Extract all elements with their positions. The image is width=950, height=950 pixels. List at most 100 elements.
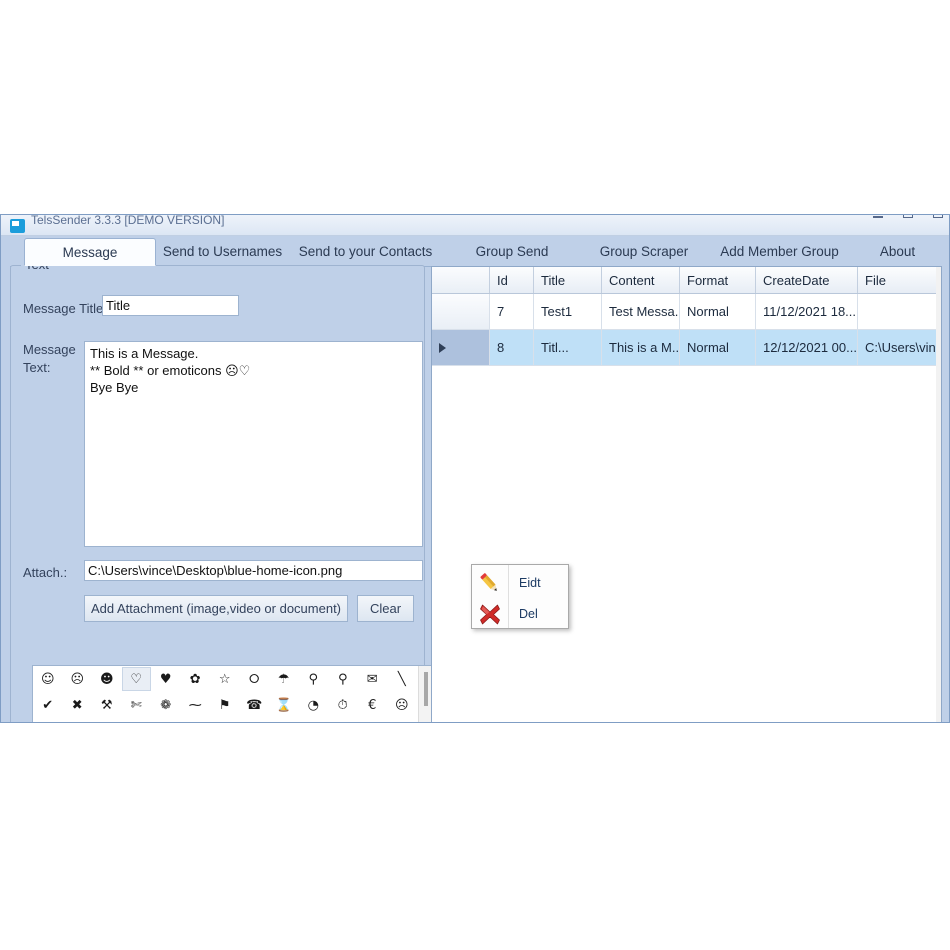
grid-header-content[interactable]: Content: [602, 267, 680, 293]
emoji-cell[interactable]: ⚒: [92, 693, 122, 717]
emoji-cell[interactable]: ☆: [210, 667, 240, 691]
attach-label: Attach.:: [23, 565, 68, 580]
grid-header-file[interactable]: File: [858, 267, 941, 293]
desktop-background-top: [0, 0, 950, 214]
tab-send-to-usernames-label: Send to Usernames: [162, 244, 283, 259]
current-row-arrow-icon: [439, 342, 446, 353]
emoji-cell[interactable]: ⚲: [328, 667, 358, 691]
cell-createdate: 12/12/2021 00...: [756, 330, 858, 365]
tab-about[interactable]: About: [853, 238, 942, 266]
emoji-cell[interactable]: ✖: [63, 693, 93, 717]
tab-send-to-usernames[interactable]: Send to Usernames: [156, 238, 289, 266]
cell-file: C:\Users\vince...: [858, 330, 941, 365]
emoji-scrollbar-thumb[interactable]: [424, 672, 428, 706]
emoji-cell[interactable]: ⁓: [181, 693, 211, 717]
grid-header-createdate[interactable]: CreateDate: [756, 267, 858, 293]
table-row[interactable]: 8 Titl... This is a M... Normal 12/12/20…: [432, 330, 941, 366]
emoji-cell[interactable]: €: [358, 693, 388, 717]
message-title-label: Message Title:: [23, 301, 107, 316]
emoji-cell[interactable]: ✔: [33, 693, 63, 717]
attach-path-input[interactable]: [84, 560, 423, 581]
tab-message-label: Message: [62, 245, 118, 260]
message-title-input[interactable]: [102, 295, 239, 316]
emoji-cell[interactable]: ⌛: [269, 693, 299, 717]
cell-title: Titl...: [534, 330, 602, 365]
emoji-cell[interactable]: ☹: [387, 693, 417, 717]
emoji-picker-panel[interactable]: ☺ ☹ ☻ ♡ ♥ ✿ ☆ ⭘ ☂ ⚲ ⚲ ✉ ╲ ✔ ✖ ⚒ ✄ ❁ ⁓ ⚑ …: [32, 665, 434, 722]
emoji-cell[interactable]: ♥: [151, 667, 181, 691]
emoji-cell[interactable]: ☎: [240, 693, 270, 717]
cell-content: Test Messa...: [602, 294, 680, 329]
window-controls: [873, 215, 945, 221]
tab-add-member-group[interactable]: Add Member Group: [706, 238, 853, 266]
grid-header-title[interactable]: Title: [534, 267, 602, 293]
add-attachment-button[interactable]: Add Attachment (image,video or document): [84, 595, 348, 622]
emoji-cell-selected[interactable]: ♡: [121, 667, 151, 691]
title-bar: TelsSender 3.3.3 [DEMO VERSION]: [1, 214, 949, 236]
pencil-icon: [472, 567, 508, 599]
emoji-row: ✔ ✖ ⚒ ✄ ❁ ⁓ ⚑ ☎ ⌛ ◔ ⏱ € ☹: [33, 692, 418, 718]
emoji-cell[interactable]: ✉: [358, 667, 388, 691]
tab-strip: Message Send to Usernames Send to your C…: [10, 238, 942, 267]
emoji-cell[interactable]: ☂: [269, 667, 299, 691]
emoji-cell[interactable]: ⚲: [299, 667, 329, 691]
grid-header-id[interactable]: Id: [490, 267, 534, 293]
grid-header-row: Id Title Content Format CreateDate File: [432, 267, 941, 294]
close-button[interactable]: [933, 215, 945, 221]
emoji-grid: ☺ ☹ ☻ ♡ ♥ ✿ ☆ ⭘ ☂ ⚲ ⚲ ✉ ╲ ✔ ✖ ⚒ ✄ ❁ ⁓ ⚑ …: [33, 666, 418, 722]
emoji-cell[interactable]: ◔: [299, 693, 329, 717]
cell-createdate: 11/12/2021 18...: [756, 294, 858, 329]
red-x-icon: [472, 598, 508, 630]
cell-id: 7: [490, 294, 534, 329]
row-selector[interactable]: [432, 330, 490, 365]
cell-format: Normal: [680, 294, 756, 329]
row-context-menu[interactable]: Eidt Del: [471, 564, 569, 629]
minimize-button[interactable]: [873, 215, 885, 221]
emoji-cell[interactable]: ✄: [122, 693, 152, 717]
row-selector[interactable]: [432, 294, 490, 329]
emoji-cell[interactable]: ⭘: [240, 667, 270, 691]
emoji-cell[interactable]: ⚑: [210, 693, 240, 717]
tab-send-to-your-contacts[interactable]: Send to your Contacts: [289, 238, 442, 266]
tab-group-scraper-label: Group Scraper: [599, 244, 689, 259]
app-icon: [10, 219, 25, 233]
desktop-background-bottom: [0, 723, 950, 950]
tab-group-scraper[interactable]: Group Scraper: [582, 238, 706, 266]
clear-attachment-button[interactable]: Clear: [357, 595, 414, 622]
emoji-cell[interactable]: ⏱: [328, 693, 358, 717]
context-menu-item-del[interactable]: Del: [472, 598, 568, 630]
emoji-cell[interactable]: ☻: [92, 667, 122, 691]
messages-data-grid[interactable]: Id Title Content Format CreateDate File …: [431, 266, 942, 722]
grid-header-format[interactable]: Format: [680, 267, 756, 293]
text-group-box: Text Message Title: Message Text: This i…: [10, 257, 434, 722]
cell-title: Test1: [534, 294, 602, 329]
emoji-cell[interactable]: ☹: [63, 667, 93, 691]
emoji-cell[interactable]: ☺: [33, 667, 63, 691]
emoji-cell[interactable]: ✿: [181, 667, 211, 691]
maximize-button[interactable]: [903, 215, 915, 221]
tab-group-send-label: Group Send: [475, 244, 549, 259]
tab-group-send[interactable]: Group Send: [442, 238, 582, 266]
grid-header-rowselector: [432, 267, 490, 293]
context-menu-item-edit[interactable]: Eidt: [472, 567, 568, 599]
context-menu-item-del-label: Del: [519, 607, 538, 621]
message-text-label-line1: Message: [23, 342, 76, 357]
window-title: TelsSender 3.3.3 [DEMO VERSION]: [31, 214, 225, 227]
cell-format: Normal: [680, 330, 756, 365]
tab-about-label: About: [879, 244, 916, 259]
application-window: TelsSender 3.3.3 [DEMO VERSION] Message …: [0, 214, 950, 723]
context-menu-item-edit-label: Eidt: [519, 576, 541, 590]
tab-add-member-group-label: Add Member Group: [720, 244, 839, 259]
table-row[interactable]: 7 Test1 Test Messa... Normal 11/12/2021 …: [432, 294, 941, 330]
tab-send-to-your-contacts-label: Send to your Contacts: [298, 244, 433, 259]
emoji-row: ☺ ☹ ☻ ♡ ♥ ✿ ☆ ⭘ ☂ ⚲ ⚲ ✉ ╲: [33, 666, 418, 692]
cell-file: [858, 294, 941, 329]
tab-message[interactable]: Message: [24, 238, 156, 266]
emoji-cell[interactable]: ╲: [387, 667, 417, 691]
emoji-cell[interactable]: ❁: [151, 693, 181, 717]
cell-content: This is a M...: [602, 330, 680, 365]
grid-vertical-scrollbar[interactable]: [936, 267, 941, 722]
cell-id: 8: [490, 330, 534, 365]
message-text-label-line2: Text:: [23, 360, 51, 375]
message-text-area[interactable]: This is a Message. ** Bold ** or emotico…: [84, 341, 423, 547]
